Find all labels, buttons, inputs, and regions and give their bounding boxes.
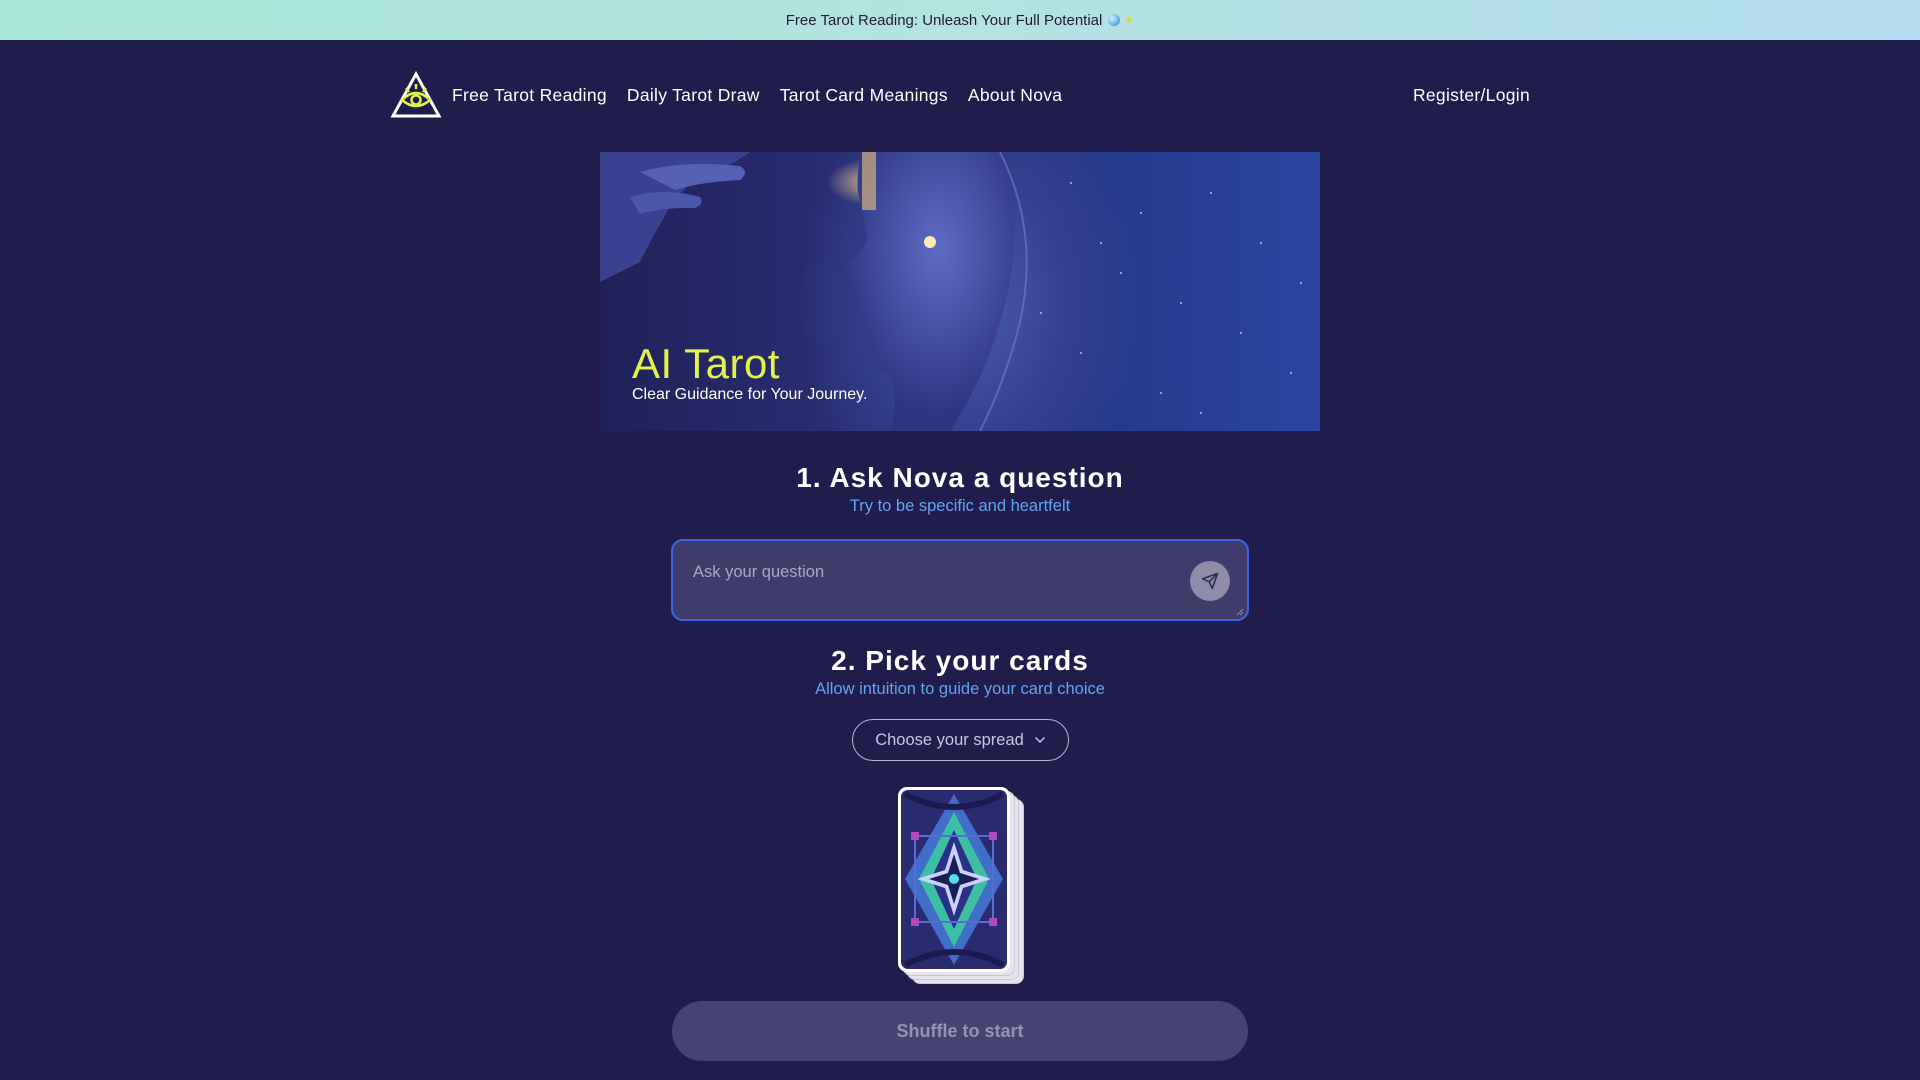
sparkles-icon: ✦ bbox=[1123, 12, 1135, 27]
promo-banner[interactable]: Free Tarot Reading: Unleash Your Full Po… bbox=[0, 0, 1920, 40]
spread-select-label: Choose your spread bbox=[875, 730, 1024, 749]
shuffle-button[interactable]: Shuffle to start bbox=[672, 1001, 1248, 1061]
nav-link-free-tarot-reading[interactable]: Free Tarot Reading bbox=[452, 85, 607, 106]
hero-banner: AI Tarot Clear Guidance for Your Journey… bbox=[600, 152, 1320, 431]
nav-link-daily-tarot-draw[interactable]: Daily Tarot Draw bbox=[627, 85, 760, 106]
nav-link-about-nova[interactable]: About Nova bbox=[968, 85, 1062, 106]
step2-subtitle: Allow intuition to guide your card choic… bbox=[815, 680, 1105, 698]
hero-subtitle: Clear Guidance for Your Journey. bbox=[632, 386, 868, 403]
question-input[interactable] bbox=[693, 559, 1163, 585]
nav-links: Free Tarot Reading Daily Tarot Draw Taro… bbox=[452, 85, 1082, 106]
all-seeing-eye-logo-icon[interactable] bbox=[390, 70, 442, 120]
promo-banner-text: Free Tarot Reading: Unleash Your Full Po… bbox=[785, 11, 1103, 29]
resize-grip-icon[interactable] bbox=[1236, 608, 1244, 616]
crystal-ball-icon bbox=[1108, 14, 1121, 26]
step1-subtitle: Try to be specific and heartfelt bbox=[849, 497, 1071, 515]
step2-title: 2. Pick your cards bbox=[831, 645, 1089, 676]
step1-title: 1. Ask Nova a question bbox=[796, 462, 1124, 493]
deck-top-card bbox=[898, 787, 1010, 972]
send-question-button[interactable] bbox=[1190, 561, 1230, 601]
card-back-pattern-icon bbox=[901, 790, 1007, 969]
chevron-down-icon bbox=[1035, 737, 1045, 743]
main-navigation: Free Tarot Reading Daily Tarot Draw Taro… bbox=[390, 64, 1530, 126]
spread-select[interactable]: Choose your spread bbox=[852, 719, 1069, 761]
nav-link-tarot-card-meanings[interactable]: Tarot Card Meanings bbox=[780, 85, 948, 106]
register-login-link[interactable]: Register/Login bbox=[1413, 85, 1530, 106]
question-box bbox=[671, 539, 1249, 621]
paper-plane-icon bbox=[1201, 572, 1219, 590]
hero-title: AI Tarot bbox=[632, 340, 780, 387]
tarot-deck[interactable] bbox=[898, 787, 1024, 987]
